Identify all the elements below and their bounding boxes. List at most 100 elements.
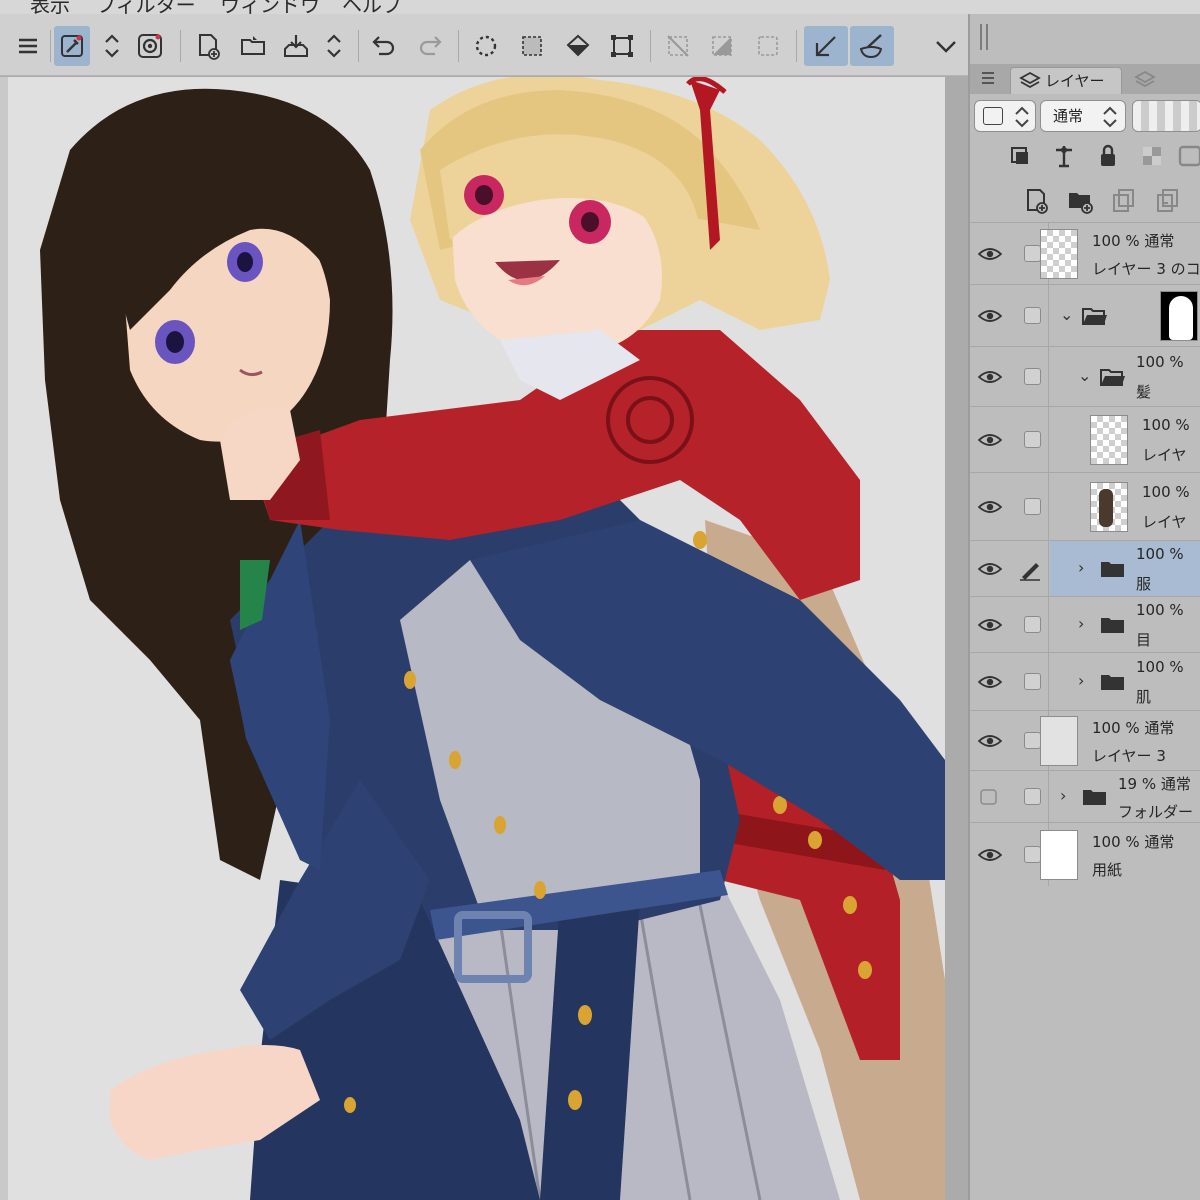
eye-icon[interactable] bbox=[978, 617, 1002, 633]
layer-checkbox[interactable] bbox=[1024, 732, 1041, 749]
layer-body[interactable]: › 100 % 服 bbox=[1050, 541, 1200, 596]
layer-row[interactable]: 100 % 通常 用紙 bbox=[970, 822, 1200, 886]
eye-icon[interactable] bbox=[978, 246, 1002, 262]
chevron-right-icon[interactable]: › bbox=[1078, 558, 1084, 577]
menu-item-help[interactable]: ヘルプ bbox=[342, 0, 402, 14]
menu-item-view[interactable]: 表示 bbox=[30, 0, 70, 14]
layer-row[interactable]: › 100 % 服 bbox=[970, 540, 1200, 596]
eye-icon[interactable] bbox=[978, 369, 1002, 385]
eyedropper-button[interactable] bbox=[54, 26, 90, 66]
layer-checkbox[interactable] bbox=[1024, 788, 1041, 805]
save-stepper[interactable] bbox=[316, 26, 352, 66]
panel-grip-icon[interactable] bbox=[978, 22, 992, 52]
deselect-button[interactable] bbox=[660, 26, 696, 66]
opacity-slider[interactable] bbox=[1132, 100, 1200, 132]
layer-body[interactable]: › 100 % 目 bbox=[1050, 597, 1200, 652]
layer-row[interactable]: › 100 % 目 bbox=[970, 596, 1200, 652]
layer-checkbox[interactable] bbox=[1024, 307, 1041, 324]
eye-icon[interactable] bbox=[978, 561, 1002, 577]
blend-mode-select[interactable]: 通常 bbox=[1040, 100, 1126, 132]
layer-row[interactable]: 100 % レイヤ bbox=[970, 472, 1200, 540]
chevron-right-icon[interactable]: › bbox=[1078, 671, 1084, 690]
open-button[interactable] bbox=[236, 26, 272, 66]
lock-transparency-icon[interactable] bbox=[1138, 142, 1166, 170]
layer-checkbox[interactable] bbox=[1024, 846, 1041, 863]
lock-icon[interactable] bbox=[1094, 142, 1122, 170]
layer-row[interactable]: › 100 % 肌 bbox=[970, 652, 1200, 710]
select-all-button[interactable] bbox=[750, 26, 786, 66]
menu-button[interactable] bbox=[10, 26, 46, 66]
brush-button[interactable] bbox=[850, 26, 894, 66]
layer-name: レイヤー 3 bbox=[1092, 747, 1166, 765]
new-folder-icon[interactable] bbox=[1066, 186, 1094, 214]
eye-hidden-icon[interactable] bbox=[978, 789, 1002, 805]
new-layer-icon[interactable] bbox=[1022, 186, 1050, 214]
pen-button[interactable] bbox=[804, 26, 848, 66]
eye-icon[interactable] bbox=[978, 674, 1002, 690]
app-window: 表示 フィルター ウィンドウ ヘルプ レイヤー 通常 100 % 通常 レイヤー… bbox=[0, 0, 1200, 1200]
tab-layer-property[interactable] bbox=[1126, 67, 1186, 94]
clip-layer-icon[interactable] bbox=[1006, 142, 1034, 170]
eye-icon[interactable] bbox=[978, 432, 1002, 448]
command-bar bbox=[0, 14, 968, 76]
chevron-right-icon[interactable]: › bbox=[1060, 786, 1066, 805]
layer-checkbox[interactable] bbox=[1024, 431, 1041, 448]
mask-icon[interactable] bbox=[1176, 142, 1200, 170]
eye-icon[interactable] bbox=[978, 733, 1002, 749]
new-button[interactable] bbox=[190, 26, 226, 66]
layer-row[interactable]: ⌄ 100 % 髪 bbox=[970, 346, 1200, 406]
chevron-down-icon[interactable]: ⌄ bbox=[1078, 366, 1091, 385]
layer-body[interactable]: ⌄ 100 % 髪 bbox=[1050, 347, 1200, 406]
fill-button[interactable] bbox=[560, 26, 596, 66]
eye-icon[interactable] bbox=[978, 499, 1002, 515]
layer-body[interactable]: ⌄ bbox=[1050, 285, 1200, 346]
menu-item-window[interactable]: ウィンドウ bbox=[220, 0, 320, 14]
layer-body[interactable]: 100 % 通常 レイヤー 3 のコ bbox=[1040, 223, 1200, 284]
transform-button[interactable] bbox=[604, 26, 640, 66]
eye-icon[interactable] bbox=[978, 847, 1002, 863]
chevron-right-icon[interactable]: › bbox=[1078, 614, 1084, 633]
selection-button[interactable] bbox=[514, 26, 550, 66]
layer-body[interactable]: › 19 % 通常 フォルダー bbox=[1050, 771, 1200, 822]
layer-opacity-mode: 100 % bbox=[1136, 353, 1184, 371]
layer-row[interactable]: 100 % 通常 レイヤー 3 のコ bbox=[970, 222, 1200, 284]
layer-body[interactable]: 100 % 通常 用紙 bbox=[1040, 823, 1200, 886]
drawing-canvas[interactable] bbox=[0, 77, 945, 1200]
up-down-arrows-icon bbox=[327, 34, 341, 58]
lasso-icon bbox=[475, 35, 497, 57]
canvas-scroll-area[interactable] bbox=[945, 77, 968, 1200]
layer-row[interactable]: 100 % 通常 レイヤー 3 bbox=[970, 710, 1200, 770]
layer-checkbox[interactable] bbox=[1024, 498, 1041, 515]
layer-checkbox[interactable] bbox=[1024, 368, 1041, 385]
brush-icon bbox=[859, 34, 883, 59]
eye-icon[interactable] bbox=[978, 308, 1002, 324]
layer-color-stepper[interactable] bbox=[974, 100, 1036, 132]
menu-item-filter[interactable]: フィルター bbox=[96, 0, 196, 14]
layer-opacity-mode: 100 % bbox=[1142, 416, 1190, 434]
reference-layer-icon[interactable] bbox=[1050, 142, 1078, 170]
layer-row[interactable]: 100 % レイヤ bbox=[970, 406, 1200, 472]
redo-button[interactable] bbox=[412, 26, 448, 66]
merge-layer-icon[interactable] bbox=[1154, 186, 1182, 214]
layer-body[interactable]: › 100 % 肌 bbox=[1050, 653, 1200, 710]
layer-checkbox[interactable] bbox=[1024, 245, 1041, 262]
panel-menu-icon[interactable] bbox=[980, 70, 996, 86]
layer-body[interactable]: 100 % レイヤ bbox=[1050, 473, 1200, 540]
tool-stepper[interactable] bbox=[94, 26, 130, 66]
blend-mode-value: 通常 bbox=[1053, 107, 1084, 125]
layer-body[interactable]: 100 % レイヤ bbox=[1050, 407, 1200, 472]
tab-layers[interactable]: レイヤー bbox=[1010, 67, 1122, 94]
lasso-button[interactable] bbox=[468, 26, 504, 66]
copy-layer-icon[interactable] bbox=[1110, 186, 1138, 214]
save-button[interactable] bbox=[278, 26, 314, 66]
layer-checkbox[interactable] bbox=[1024, 673, 1041, 690]
invert-selection-button[interactable] bbox=[704, 26, 740, 66]
undo-button[interactable] bbox=[366, 26, 402, 66]
layer-row[interactable]: › 19 % 通常 フォルダー bbox=[970, 770, 1200, 822]
layer-body[interactable]: 100 % 通常 レイヤー 3 bbox=[1040, 711, 1200, 770]
chevron-down-icon[interactable]: ⌄ bbox=[1060, 305, 1073, 324]
layer-row[interactable]: ⌄ bbox=[970, 284, 1200, 346]
companion-button[interactable] bbox=[132, 26, 168, 66]
more-button[interactable] bbox=[928, 26, 964, 66]
layer-checkbox[interactable] bbox=[1024, 616, 1041, 633]
